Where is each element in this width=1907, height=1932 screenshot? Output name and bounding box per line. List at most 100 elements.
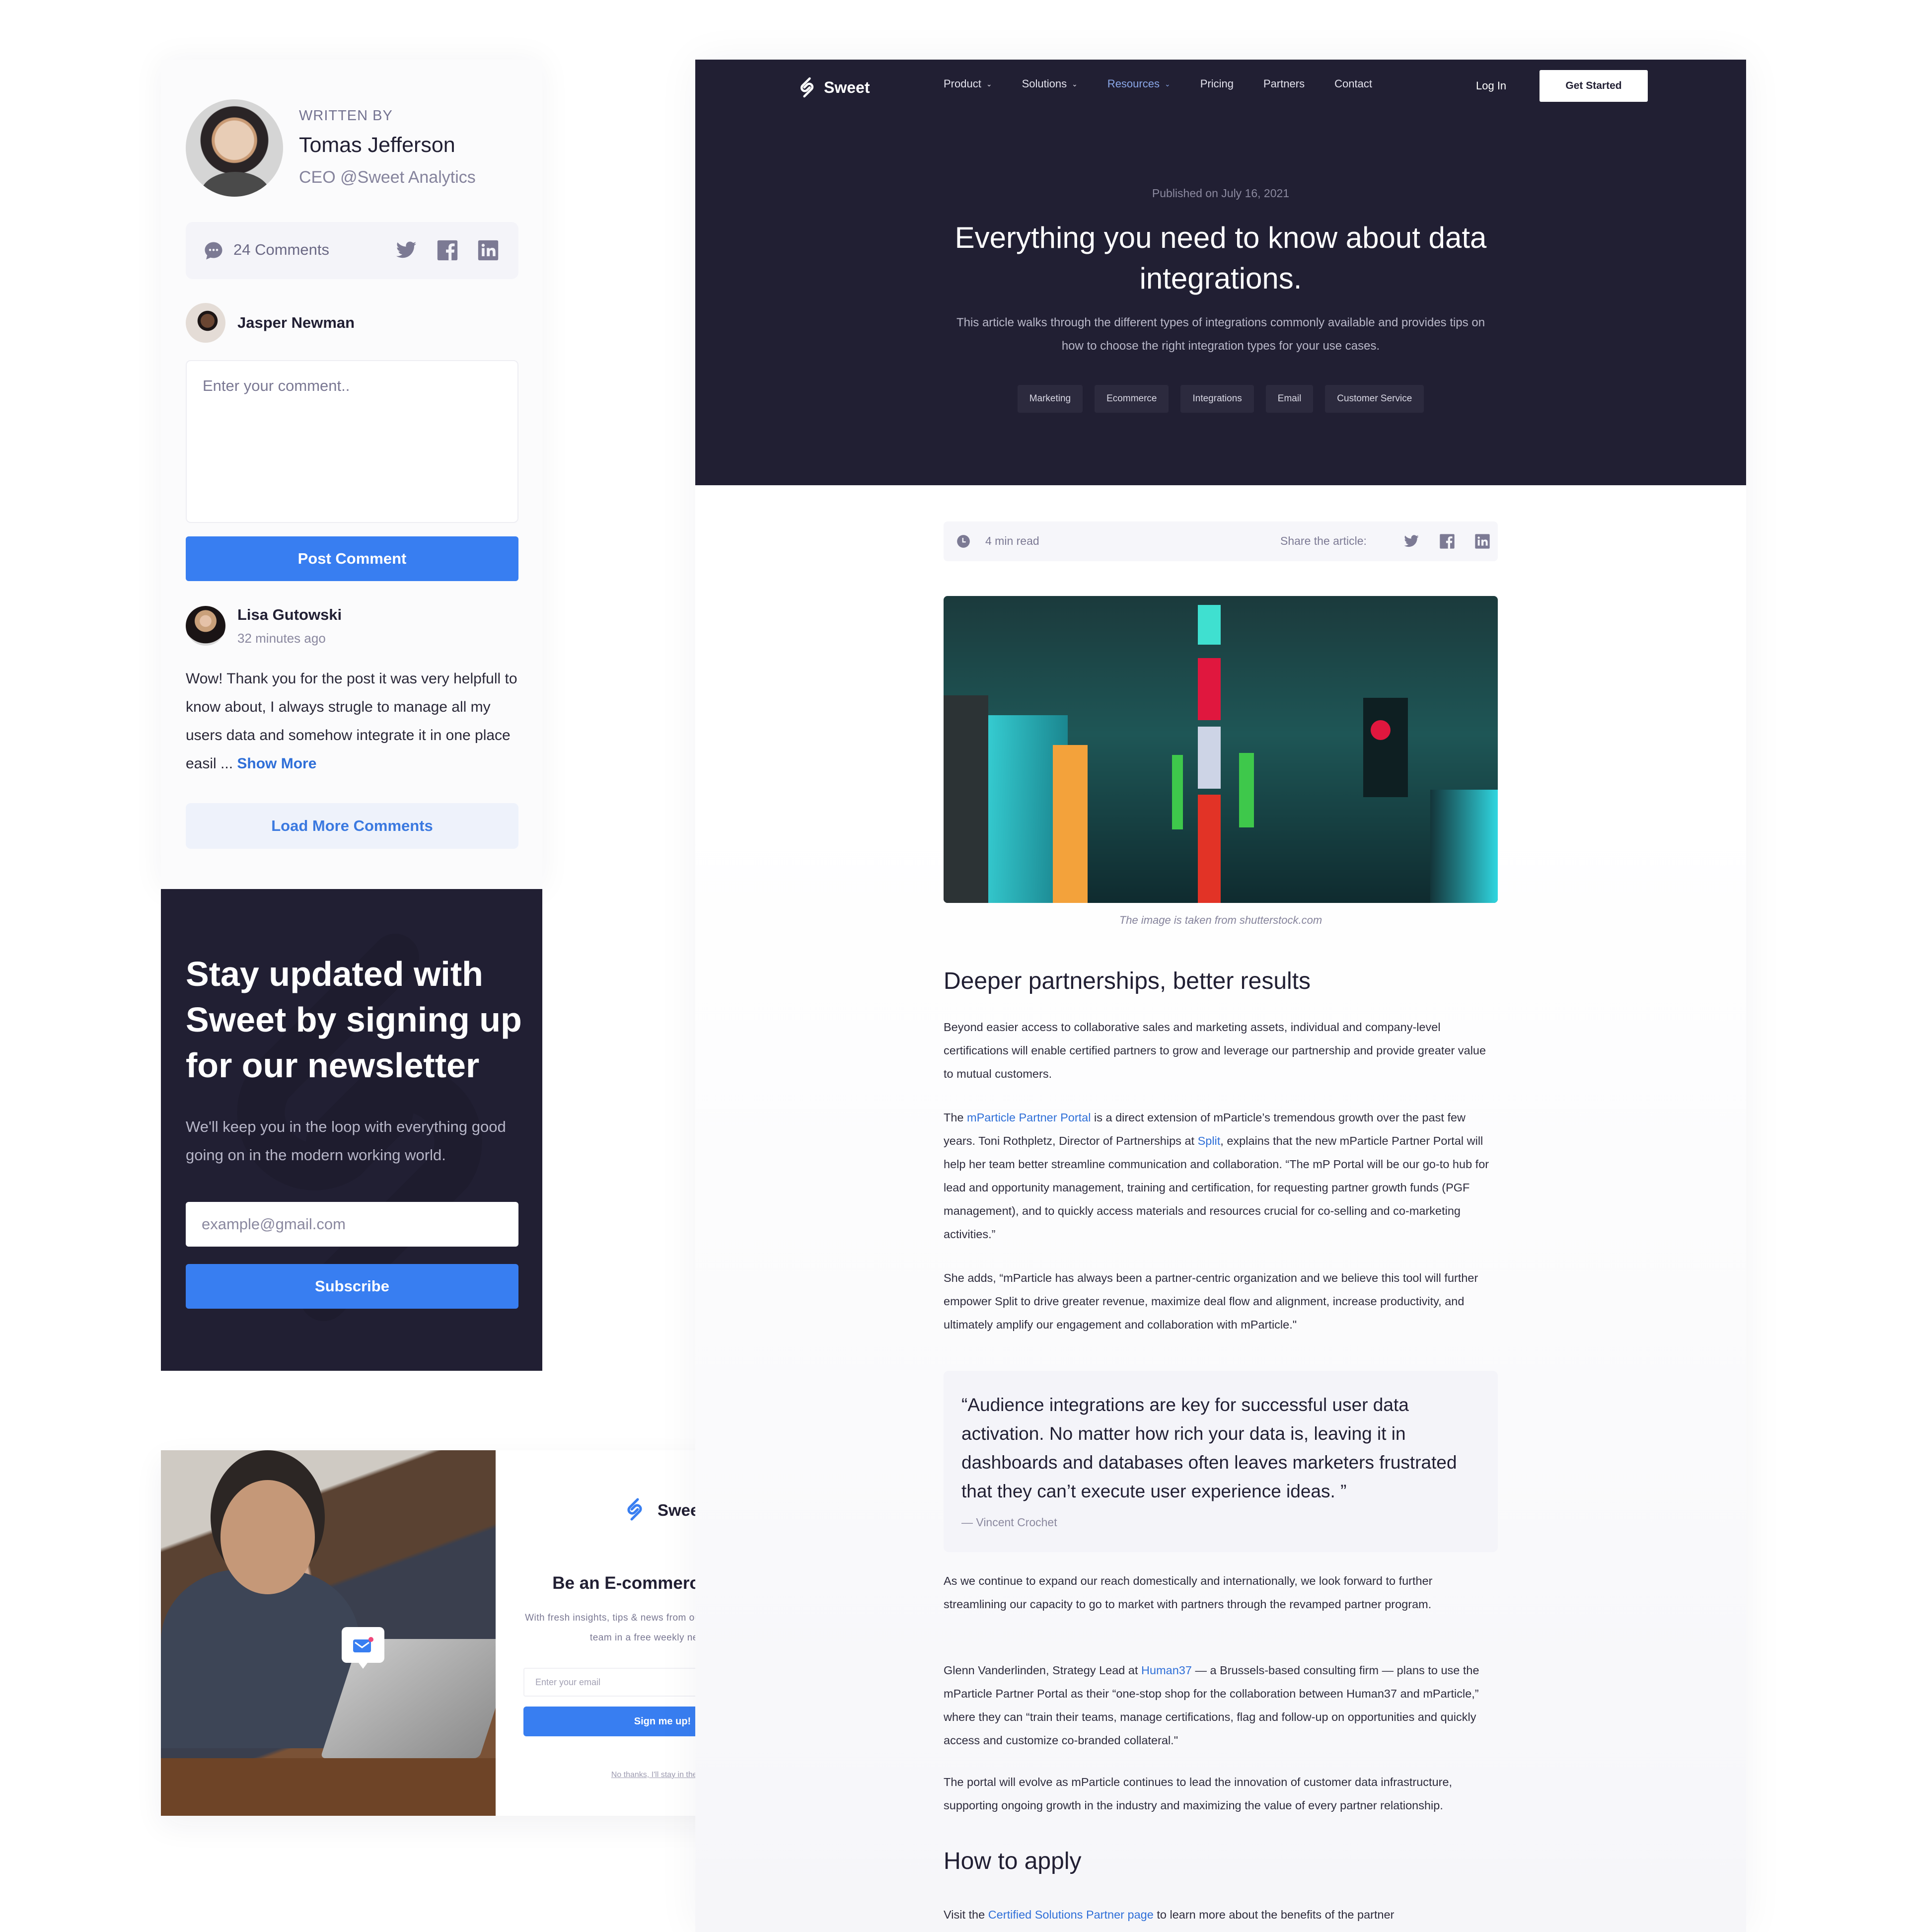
section-heading: How to apply — [944, 1848, 1082, 1874]
comment-text: Wow! Thank you for the post it was very … — [186, 670, 517, 772]
section-heading: Deeper partnerships, better results — [944, 968, 1311, 994]
image-building — [1430, 790, 1498, 903]
comments-stats-bar: 24 Comments — [186, 222, 518, 279]
published-date: Published on July 16, 2021 — [1152, 187, 1290, 200]
text: , explains that the new mParticle Partne… — [944, 1134, 1489, 1241]
quote-author: — Vincent Crochet — [961, 1516, 1057, 1529]
twitter-icon[interactable] — [1403, 533, 1419, 549]
show-more-link[interactable]: Show More — [237, 755, 316, 772]
sweet-logo-icon — [627, 1498, 642, 1521]
nav-label: Partners — [1263, 77, 1305, 90]
tag-marketing[interactable]: Marketing — [1017, 385, 1083, 413]
sweet-logo-icon — [800, 77, 814, 98]
author-name: Tomas Jefferson — [299, 133, 455, 157]
nav-resources[interactable]: Resources ⌄ — [1107, 77, 1171, 90]
comment-timestamp: 32 minutes ago — [237, 631, 326, 646]
linkedin-icon[interactable] — [477, 239, 499, 261]
facebook-icon[interactable] — [1439, 533, 1455, 549]
image-billboard — [1198, 605, 1221, 645]
image-billboard — [1239, 753, 1254, 827]
nav-pricing[interactable]: Pricing — [1200, 77, 1234, 90]
pull-quote: “Audience integrations are key for succe… — [944, 1371, 1498, 1552]
author-avatar — [186, 99, 283, 197]
facebook-icon[interactable] — [437, 239, 458, 261]
get-started-button[interactable]: Get Started — [1540, 70, 1648, 102]
chevron-down-icon: ⌄ — [986, 79, 992, 88]
split-link[interactable]: Split — [1198, 1134, 1221, 1147]
tag-customer-service[interactable]: Customer Service — [1325, 385, 1424, 413]
subscribe-button[interactable]: Subscribe — [186, 1264, 518, 1309]
twitter-icon[interactable] — [395, 239, 417, 261]
author-comments-card: WRITTEN BY Tomas Jefferson CEO @Sweet An… — [161, 60, 542, 889]
nav-brand-name: Sweet — [824, 78, 870, 96]
text: The — [944, 1111, 967, 1124]
linkedin-icon[interactable] — [1474, 533, 1490, 549]
text: Visit the — [944, 1908, 988, 1921]
current-user-name: Jasper Newman — [237, 314, 355, 331]
article-paragraph: Glenn Vanderlinden, Strategy Lead at Hum… — [944, 1659, 1498, 1752]
photo-person-body — [161, 1569, 360, 1748]
newsletter-subtitle: We'll keep you in the loop with everythi… — [186, 1118, 506, 1164]
login-link[interactable]: Log In — [1476, 79, 1506, 92]
comments-count[interactable]: 24 Comments — [233, 241, 329, 259]
article-paragraph: The portal will evolve as mParticle cont… — [944, 1776, 1453, 1812]
image-caption: The image is taken from shutterstock.com — [1119, 914, 1322, 926]
article-hero-image — [944, 596, 1498, 903]
nav-logo[interactable]: Sweet — [798, 76, 870, 99]
newsletter-card: Stay updated with Sweet by signing up fo… — [161, 889, 542, 1371]
main-nav: Product ⌄ Solutions ⌄ Resources ⌄ Pricing P… — [944, 77, 1402, 90]
tag-list: Marketing Ecommerce Integrations Email C… — [695, 385, 1746, 413]
nav-label: Contact — [1334, 77, 1372, 90]
newsletter-title: Stay updated with Sweet by signing up fo… — [186, 955, 522, 1085]
nav-label: Pricing — [1200, 77, 1234, 90]
chevron-down-icon: ⌄ — [1164, 79, 1171, 88]
mparticle-partner-portal-link[interactable]: mParticle Partner Portal — [967, 1111, 1091, 1124]
article-title: Everything you need to know about data i… — [954, 221, 1487, 295]
image-billboard — [1198, 658, 1221, 720]
mail-notification-bubble — [342, 1627, 384, 1669]
tag-ecommerce[interactable]: Ecommerce — [1095, 385, 1169, 413]
clock-icon — [957, 535, 970, 548]
article-paragraph: Visit the Certified Solutions Partner pa… — [944, 1903, 1498, 1927]
read-time: 4 min read — [985, 534, 1039, 547]
post-comment-button[interactable]: Post Comment — [186, 536, 518, 581]
nav-solutions[interactable]: Solutions ⌄ — [1022, 77, 1078, 90]
image-billboard — [1198, 727, 1221, 789]
nav-product[interactable]: Product ⌄ — [944, 77, 992, 90]
article-hero: Sweet Product ⌄ Solutions ⌄ Resources ⌄ Pri… — [695, 60, 1746, 485]
image-billboard-lg — [1363, 698, 1408, 797]
article-page: Sweet Product ⌄ Solutions ⌄ Resources ⌄ Pri… — [695, 60, 1746, 1932]
current-user-avatar — [186, 303, 225, 343]
quote-text: “Audience integrations are key for succe… — [961, 1395, 1457, 1501]
photo-person-head — [220, 1480, 315, 1594]
text: to learn more about the benefits of the … — [1153, 1908, 1394, 1921]
article-paragraph: Beyond easier access to collaborative sa… — [944, 1021, 1486, 1080]
tag-integrations[interactable]: Integrations — [1180, 385, 1254, 413]
written-by-label: WRITTEN BY — [299, 108, 393, 124]
load-more-comments-button[interactable]: Load More Comments — [186, 803, 518, 849]
comment-bubble-icon — [205, 242, 222, 260]
nav-label: Solutions — [1022, 77, 1067, 90]
nav-partners[interactable]: Partners — [1263, 77, 1305, 90]
chevron-down-icon: ⌄ — [1072, 79, 1078, 88]
image-building — [944, 695, 988, 903]
nav-label: Resources — [1107, 77, 1160, 90]
nav-contact[interactable]: Contact — [1334, 77, 1372, 90]
article-paragraph: The mParticle Partner Portal is a direct… — [944, 1106, 1498, 1246]
comment-author: Lisa Gutowski — [237, 606, 342, 623]
article-paragraph: As we continue to expand our reach domes… — [944, 1574, 1433, 1611]
certified-solutions-partner-link[interactable]: Certified Solutions Partner page — [988, 1908, 1154, 1921]
article-meta-bar: 4 min read Share the article: — [944, 521, 1498, 561]
image-logo — [1371, 720, 1391, 740]
newsletter-email-input[interactable] — [186, 1202, 518, 1247]
comment-body: Wow! Thank you for the post it was very … — [186, 665, 518, 778]
comment-input[interactable] — [186, 360, 518, 523]
mail-icon — [353, 1637, 373, 1652]
tag-email[interactable]: Email — [1265, 385, 1314, 413]
author-title: CEO @Sweet Analytics — [299, 168, 476, 187]
commenter-avatar — [186, 606, 225, 646]
article-lede: This article walks through the different… — [956, 316, 1485, 353]
image-billboard — [1172, 755, 1183, 829]
human37-link[interactable]: Human37 — [1141, 1664, 1192, 1677]
photo-table — [161, 1758, 496, 1816]
